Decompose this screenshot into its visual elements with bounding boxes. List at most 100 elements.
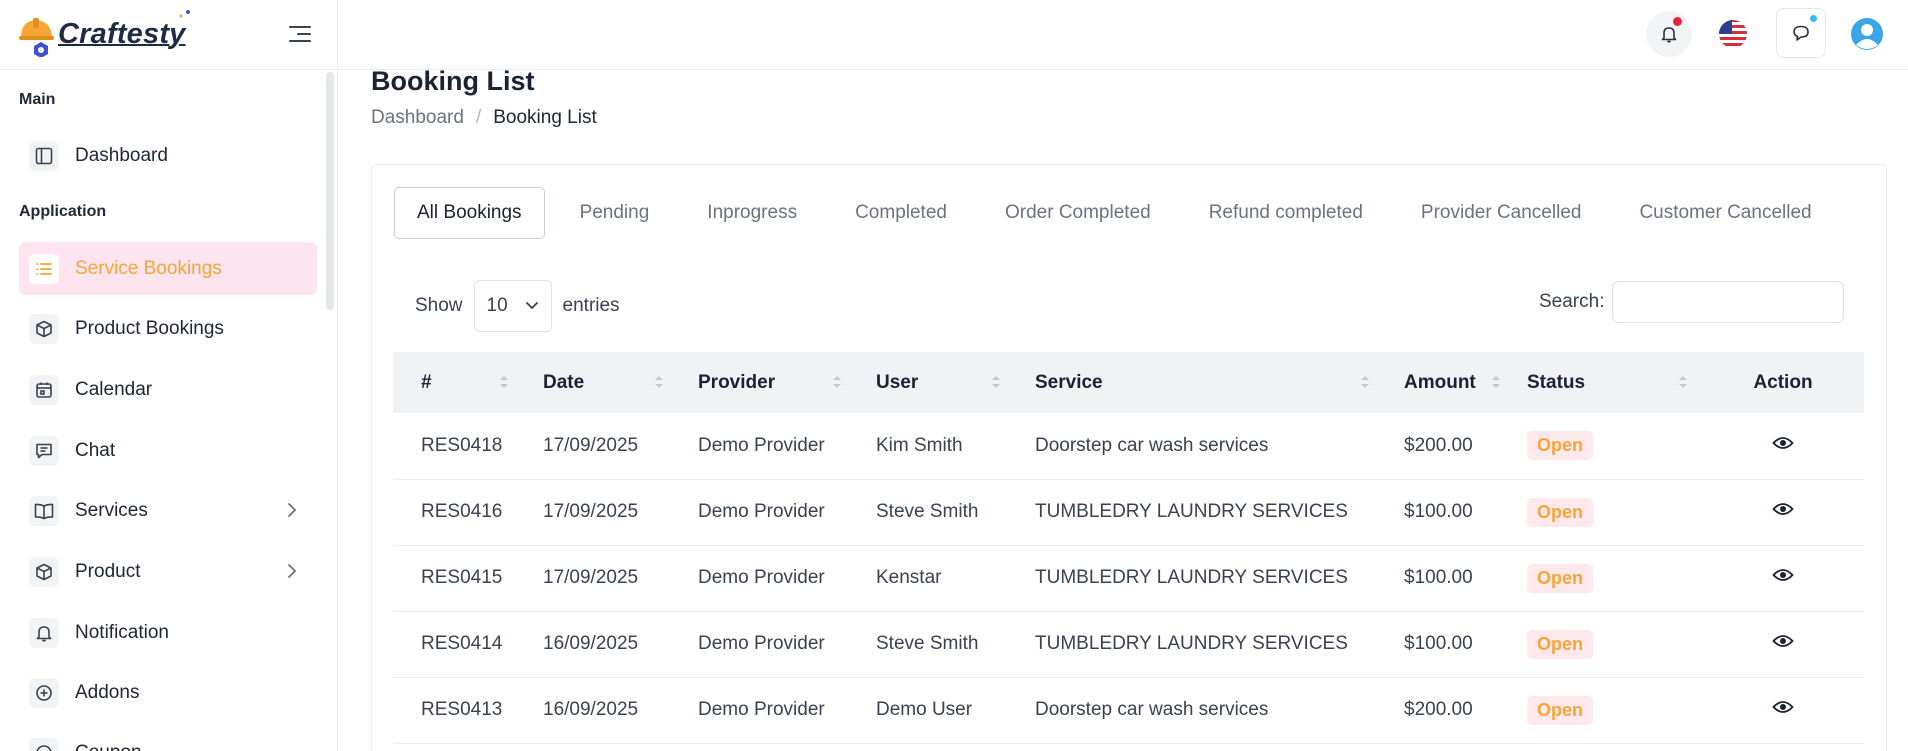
cell-date: 17/09/2025: [523, 479, 678, 546]
cell-service: Doorstep car wash services: [1015, 677, 1384, 744]
cell-user: Demo User: [856, 677, 1015, 744]
sort-icon: [833, 376, 841, 388]
sidebar-item-label: Service Bookings: [75, 257, 222, 279]
search-input[interactable]: [1612, 281, 1845, 323]
table-row: RES0413 16/09/2025 Demo Provider Demo Us…: [393, 677, 1864, 744]
table-row: RES0414 16/09/2025 Demo Provider Steve S…: [393, 611, 1864, 678]
cell-date: 16/09/2025: [523, 677, 678, 744]
sidebar-scrollbar[interactable]: [326, 72, 334, 310]
table-search: Search:: [1539, 281, 1845, 323]
cell-provider: Demo Provider: [678, 479, 856, 546]
language-flag-button[interactable]: [1710, 11, 1756, 57]
sort-icon: [992, 376, 1000, 388]
sidebar-item-label: Calendar: [75, 378, 153, 400]
coupon-icon: [29, 737, 59, 751]
cell-amount: $100.00: [1384, 611, 1507, 678]
breadcrumb: Dashboard / Booking List: [371, 107, 597, 129]
column-header-amount[interactable]: Amount: [1384, 352, 1507, 413]
column-header-status[interactable]: Status: [1507, 352, 1702, 413]
message-icon: [1793, 25, 1809, 41]
view-eye-icon[interactable]: [1772, 633, 1794, 655]
sidebar-item-calendar[interactable]: Calendar: [19, 363, 317, 416]
column-header-provider[interactable]: Provider: [678, 352, 856, 413]
sidebar-item-label: Dashboard: [75, 144, 168, 166]
sidebar: Craftesty Main Dashboard Application Ser…: [0, 0, 338, 751]
tab-provider-cancelled[interactable]: Provider Cancelled: [1398, 187, 1605, 239]
sidebar-item-label: Product: [75, 560, 141, 582]
logo-icon: [18, 15, 54, 58]
breadcrumb-current: Booking List: [493, 107, 597, 128]
sidebar-item-services[interactable]: Services: [19, 484, 317, 537]
cell-action: [1702, 677, 1864, 744]
logo-text: Craftesty: [58, 18, 186, 50]
sort-icon: [1492, 376, 1500, 388]
cell-action: [1702, 413, 1864, 480]
sidebar-item-addons[interactable]: Addons: [19, 666, 317, 719]
plus-circle-icon: [29, 677, 59, 708]
cell-service: Doorstep car wash services: [1015, 413, 1384, 480]
book-icon: [29, 495, 59, 526]
cell-service: TUMBLEDRY LAUNDRY SERVICES: [1015, 479, 1384, 546]
tab-customer-cancelled[interactable]: Customer Cancelled: [1616, 187, 1834, 239]
tab-completed[interactable]: Completed: [832, 187, 970, 239]
message-badge: [1810, 15, 1817, 22]
cell-amount: $200.00: [1384, 677, 1507, 744]
column-header-date[interactable]: Date: [523, 352, 678, 413]
sidebar-item-label: Coupon: [75, 742, 142, 751]
sidebar-item-label: Notification: [75, 621, 169, 643]
topbar: [338, 0, 1908, 70]
cell-service: TUMBLEDRY LAUNDRY SERVICES: [1015, 611, 1384, 678]
tab-refund-completed[interactable]: Refund completed: [1186, 187, 1386, 239]
column-header-service[interactable]: Service: [1015, 352, 1384, 413]
show-label: Show: [415, 295, 463, 316]
view-eye-icon[interactable]: [1772, 435, 1794, 457]
chat-icon: [29, 435, 59, 466]
sidebar-item-coupon[interactable]: Coupon: [19, 726, 317, 751]
view-eye-icon[interactable]: [1772, 567, 1794, 589]
status-badge: Open: [1527, 497, 1594, 527]
sidebar-item-notification[interactable]: Notification: [19, 606, 317, 659]
avatar-icon: [1851, 18, 1883, 50]
cell-service: TUMBLEDRY LAUNDRY SERVICES: [1015, 545, 1384, 612]
page-size-value: 10: [486, 295, 508, 316]
tab-pending[interactable]: Pending: [557, 187, 673, 239]
cell-user: Kim Smith: [856, 413, 1015, 480]
table-row: RES0415 17/09/2025 Demo Provider Kenstar…: [393, 545, 1864, 612]
sparkle-icon: [179, 10, 190, 18]
sidebar-item-product-bookings[interactable]: Product Bookings: [19, 302, 317, 355]
bell-icon: [1661, 27, 1677, 43]
search-label: Search:: [1539, 291, 1605, 312]
chevron-down-icon: [525, 302, 538, 310]
cell-provider: Demo Provider: [678, 545, 856, 612]
tab-all-bookings[interactable]: All Bookings: [394, 187, 545, 239]
box-icon: [29, 313, 59, 344]
cell-provider: Demo Provider: [678, 611, 856, 678]
user-avatar[interactable]: [1844, 11, 1890, 57]
page-size-select[interactable]: 10: [473, 280, 552, 332]
column-header-action: Action: [1753, 371, 1813, 393]
tab-order-completed[interactable]: Order Completed: [982, 187, 1174, 239]
cell-status: Open: [1507, 677, 1702, 744]
sidebar-item-chat[interactable]: Chat: [19, 424, 317, 477]
sidebar-item-dashboard[interactable]: Dashboard: [19, 129, 317, 182]
section-main-label: Main: [19, 91, 56, 108]
view-eye-icon[interactable]: [1772, 501, 1794, 523]
page-title: Booking List: [371, 66, 535, 96]
sidebar-item-product[interactable]: Product: [19, 545, 317, 598]
sidebar-item-service-bookings[interactable]: Service Bookings: [19, 242, 317, 295]
column-header-id[interactable]: #: [393, 352, 523, 413]
cell-provider: Demo Provider: [678, 413, 856, 480]
messages-button[interactable]: [1776, 8, 1826, 58]
column-header-user[interactable]: User: [856, 352, 1015, 413]
cell-amount: $200.00: [1384, 413, 1507, 480]
cell-id: RES0413: [393, 677, 523, 744]
notification-button[interactable]: [1646, 11, 1692, 57]
sort-icon: [655, 376, 663, 388]
cell-date: 17/09/2025: [523, 413, 678, 480]
status-badge: Open: [1527, 431, 1594, 461]
breadcrumb-home-link[interactable]: Dashboard: [371, 107, 464, 129]
menu-toggle-icon[interactable]: [289, 24, 311, 44]
view-eye-icon[interactable]: [1772, 699, 1794, 721]
us-flag-icon: [1719, 20, 1747, 48]
tab-inprogress[interactable]: Inprogress: [684, 187, 820, 239]
